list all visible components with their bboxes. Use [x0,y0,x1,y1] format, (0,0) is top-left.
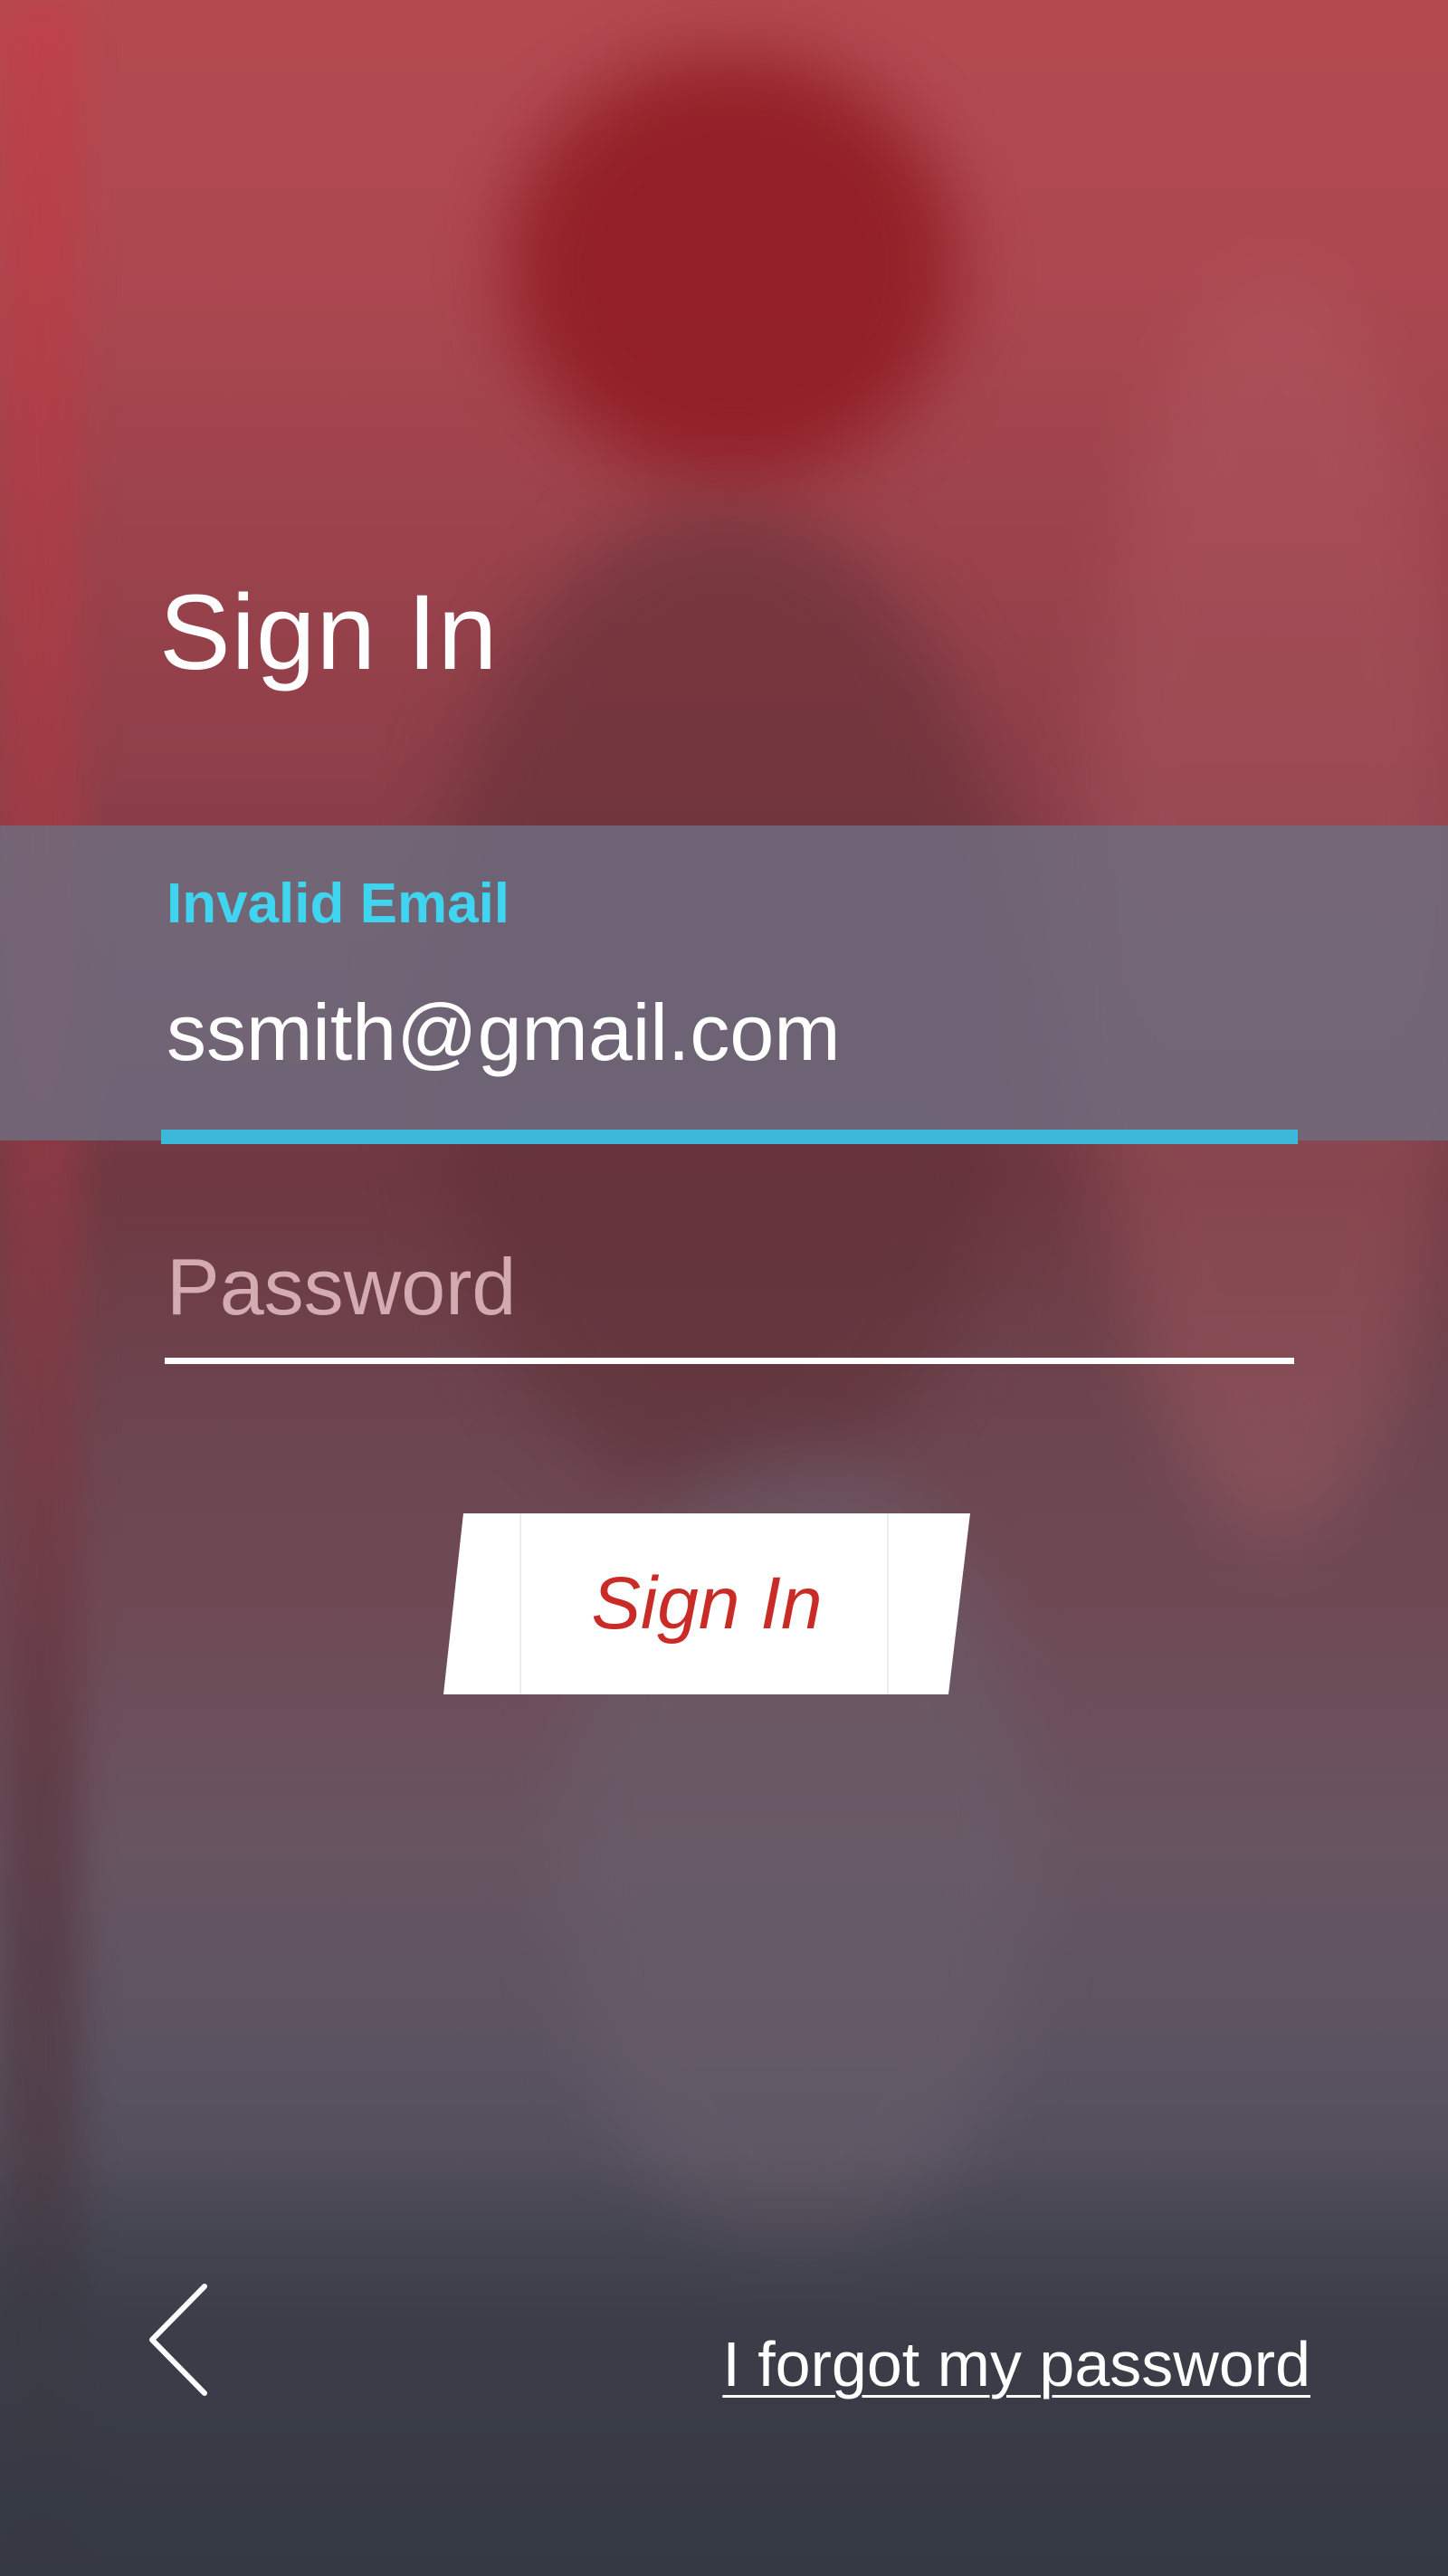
email-field-underline [161,1130,1298,1144]
sign-in-button[interactable]: Sign In [443,1513,970,1694]
email-error-label: Invalid Email [167,873,510,935]
password-field-underline [165,1358,1294,1364]
email-field[interactable] [167,983,1289,1083]
forgot-password-link[interactable]: I forgot my password [722,2330,1310,2399]
back-button[interactable] [141,2281,214,2399]
page-title: Sign In [159,573,499,692]
password-field[interactable] [167,1233,1289,1341]
sign-in-button-label: Sign In [591,1562,823,1645]
background-figure-hair [507,54,959,480]
chevron-left-icon [149,2284,207,2396]
